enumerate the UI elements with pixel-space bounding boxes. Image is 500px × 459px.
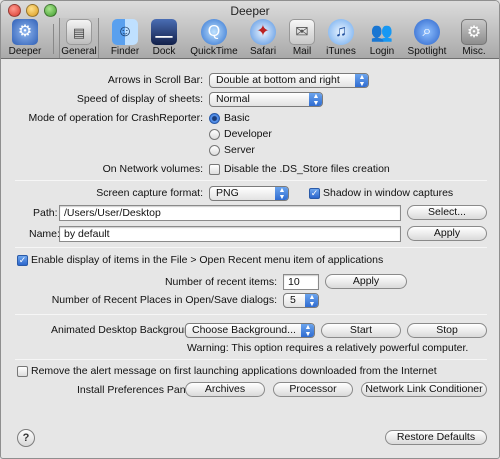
- section-separator: [15, 247, 487, 248]
- toolbar-item-login[interactable]: 👥 Login: [365, 18, 399, 58]
- login-icon: 👥: [370, 22, 394, 42]
- section-separator: [15, 314, 487, 315]
- arrows-label: Arrows in Scroll Bar:: [107, 74, 203, 86]
- desktop-background-label: Animated Desktop Background:: [51, 324, 199, 336]
- shadow-checkbox[interactable]: ✓: [309, 188, 320, 199]
- start-button[interactable]: Start: [321, 323, 401, 338]
- popup-arrows-icon: ▲ ▼: [355, 74, 368, 87]
- finder-icon: ☺: [112, 19, 138, 45]
- arrows-popup[interactable]: Double at bottom and right ▲ ▼: [209, 73, 369, 88]
- popup-arrows-icon: ▲ ▼: [309, 93, 322, 106]
- recent-places-popup[interactable]: 5 ▲ ▼: [283, 293, 319, 308]
- ds-store-checkbox-label: Disable the .DS_Store files creation: [224, 163, 390, 175]
- name-apply-button[interactable]: Apply: [407, 226, 487, 241]
- help-button[interactable]: ?: [17, 429, 35, 447]
- background-popup[interactable]: Choose Background... ▲ ▼: [185, 323, 315, 338]
- recent-places-label: Number of Recent Places in Open/Save dia…: [51, 294, 277, 306]
- open-recent-checkbox[interactable]: ✓: [17, 255, 28, 266]
- install-pane-label: Install Preferences Pane:: [77, 384, 195, 396]
- path-field[interactable]: /Users/User/Desktop: [59, 205, 401, 221]
- network-volumes-label: On Network volumes:: [102, 163, 203, 175]
- section-separator: [15, 180, 487, 181]
- mail-icon: ✉: [289, 19, 315, 45]
- toolbar-item-mail[interactable]: ✉ Mail: [287, 18, 317, 58]
- misc-icon: ⚙: [461, 19, 487, 45]
- section-separator: [15, 359, 487, 360]
- general-icon: ▤: [66, 19, 92, 45]
- capture-format-label: Screen capture format:: [96, 187, 203, 199]
- toolbar-item-spotlight[interactable]: ⌕ Spotlight: [405, 18, 449, 58]
- toolbar: ⚙ Deeper ▤ General ☺ Finder ▁▁ Dock Q Qu…: [1, 18, 499, 58]
- network-link-conditioner-button[interactable]: Network Link Conditioner: [361, 382, 487, 397]
- radio-server-label: Server: [224, 144, 255, 156]
- select-button[interactable]: Select...: [407, 205, 487, 220]
- toolbar-item-dock[interactable]: ▁▁ Dock: [147, 18, 181, 58]
- restore-defaults-button[interactable]: Restore Defaults: [385, 430, 487, 445]
- toolbar-item-deeper[interactable]: ⚙ Deeper: [3, 18, 47, 58]
- warning-text: Warning: This option requires a relative…: [187, 342, 469, 354]
- processor-button[interactable]: Processor: [273, 382, 353, 397]
- crashreporter-label: Mode of operation for CrashReporter:: [28, 112, 203, 124]
- general-pane: Arrows in Scroll Bar: Double at bottom a…: [1, 60, 499, 458]
- shadow-checkbox-label: Shadow in window captures: [323, 187, 454, 199]
- quicktime-icon: Q: [201, 19, 227, 45]
- path-label: Path:: [33, 207, 58, 219]
- quarantine-alert-checkbox-label: Remove the alert message on first launch…: [31, 365, 437, 377]
- radio-basic[interactable]: [209, 113, 220, 124]
- spotlight-icon: ⌕: [414, 19, 440, 45]
- speed-popup[interactable]: Normal ▲ ▼: [209, 92, 323, 107]
- toolbar-item-general[interactable]: ▤ General: [59, 18, 99, 58]
- recent-items-field[interactable]: 10: [283, 274, 319, 290]
- radio-basic-label: Basic: [224, 112, 250, 124]
- gear-icon: ⚙: [12, 19, 38, 45]
- toolbar-item-finder[interactable]: ☺ Finder: [105, 18, 145, 58]
- toolbar-item-safari[interactable]: ✦ Safari: [245, 18, 281, 58]
- window-title: Deeper: [230, 4, 270, 18]
- dock-icon: ▁▁: [151, 19, 177, 45]
- preferences-window: Deeper ⚙ Deeper ▤ General ☺ Finder ▁▁ Do…: [0, 0, 500, 459]
- popup-arrows-icon: ▲ ▼: [275, 187, 288, 200]
- archives-button[interactable]: Archives: [185, 382, 265, 397]
- popup-arrows-icon: ▲ ▼: [305, 294, 318, 307]
- radio-developer-label: Developer: [224, 128, 272, 140]
- open-recent-checkbox-label: Enable display of items in the File > Op…: [31, 254, 384, 266]
- toolbar-item-itunes[interactable]: ♫ iTunes: [323, 18, 359, 58]
- checkmark-icon: ✓: [310, 188, 319, 198]
- ds-store-checkbox[interactable]: [209, 164, 220, 175]
- name-label: Name:: [29, 228, 60, 240]
- quarantine-alert-checkbox[interactable]: [17, 366, 28, 377]
- speed-label: Speed of display of sheets:: [76, 93, 203, 105]
- safari-icon: ✦: [250, 19, 276, 45]
- toolbar-item-quicktime[interactable]: Q QuickTime: [189, 18, 239, 58]
- name-field[interactable]: by default: [59, 226, 401, 242]
- radio-server[interactable]: [209, 145, 220, 156]
- recent-items-apply-button[interactable]: Apply: [325, 274, 407, 289]
- recent-items-label: Number of recent items:: [164, 276, 277, 288]
- itunes-icon: ♫: [328, 19, 354, 45]
- question-mark-icon: ?: [22, 432, 30, 444]
- capture-format-popup[interactable]: PNG ▲ ▼: [209, 186, 289, 201]
- checkmark-icon: ✓: [18, 255, 27, 265]
- stop-button[interactable]: Stop: [407, 323, 487, 338]
- toolbar-divider: [53, 24, 54, 54]
- popup-arrows-icon: ▲ ▼: [301, 324, 314, 337]
- toolbar-item-misc[interactable]: ⚙ Misc.: [455, 18, 493, 58]
- radio-developer[interactable]: [209, 129, 220, 140]
- title-bar: Deeper ⚙ Deeper ▤ General ☺ Finder ▁▁ Do…: [1, 1, 499, 59]
